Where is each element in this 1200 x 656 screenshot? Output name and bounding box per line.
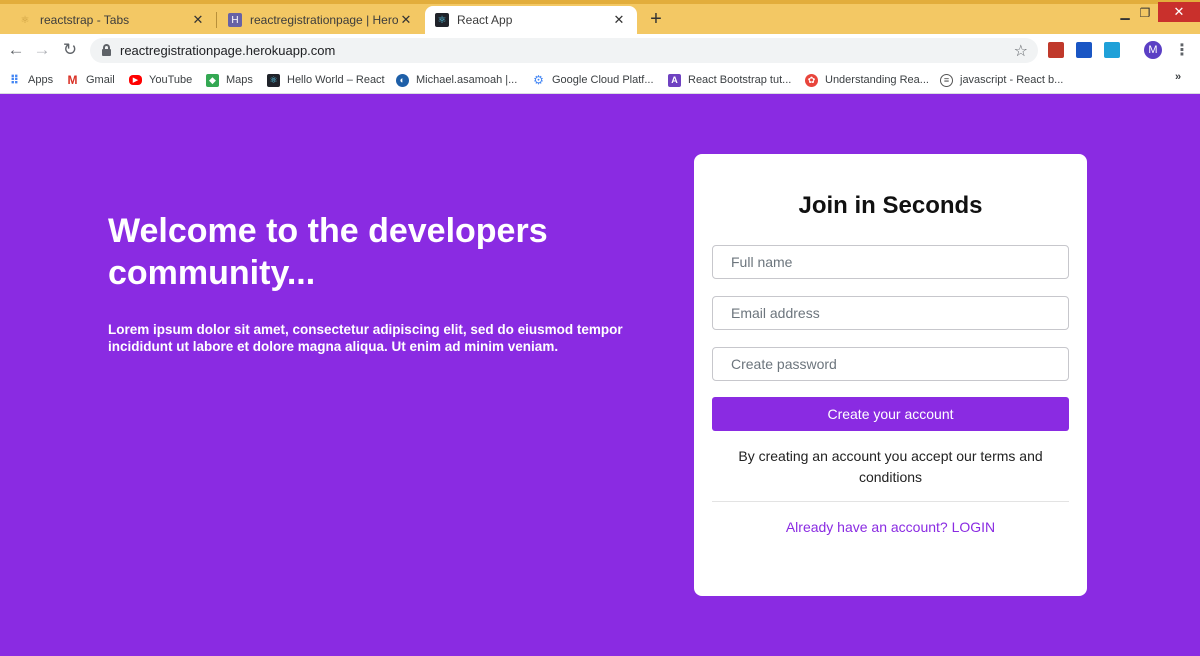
bookmark-javascript-react[interactable]: ≡ javascript - React b... xyxy=(940,72,1063,88)
bookmarks-overflow-icon[interactable]: » xyxy=(1175,71,1181,83)
heroku-favicon-icon: H xyxy=(228,13,242,27)
bookmark-hello-world-react[interactable]: ⚛ Hello World – React xyxy=(267,72,385,88)
extension-translate-icon[interactable] xyxy=(1104,42,1120,58)
url-text: reactregistrationpage.herokuapp.com xyxy=(120,43,336,58)
create-account-button[interactable]: Create your account xyxy=(712,397,1069,431)
stackexchange-icon: ≡ xyxy=(940,73,953,87)
bookmarks-bar: ⠿ Apps M Gmail ▶ YouTube ◆ Maps ⚛ Hello … xyxy=(0,66,1200,94)
profile-avatar[interactable]: M xyxy=(1144,41,1162,59)
gear-icon: ⚙ xyxy=(533,73,544,87)
tab-title: reactstrap - Tabs xyxy=(40,13,130,27)
bookmark-google-cloud[interactable]: ⚙ Google Cloud Platf... xyxy=(532,72,653,88)
forward-arrow-icon[interactable]: → xyxy=(32,40,52,60)
bookmark-understanding-react[interactable]: ✿ Understanding Rea... xyxy=(805,72,929,88)
bookmark-maps[interactable]: ◆ Maps xyxy=(206,72,253,88)
extension-icon[interactable] xyxy=(1048,42,1064,58)
reload-icon[interactable]: ↻ xyxy=(60,40,80,60)
close-icon[interactable]: ✕ xyxy=(611,12,627,28)
tab-strip-accent xyxy=(0,0,1200,4)
form-title: Join in Seconds xyxy=(798,192,983,219)
gmail-icon: M xyxy=(67,73,78,87)
tab-separator xyxy=(216,12,217,28)
login-link[interactable]: Already have an account? LOGIN xyxy=(694,519,1087,535)
window-close-icon[interactable]: ✕ xyxy=(1158,2,1200,22)
form-divider xyxy=(712,501,1069,502)
full-name-input[interactable] xyxy=(712,245,1069,279)
extension-info-icon[interactable] xyxy=(1076,42,1092,58)
react-bootstrap-icon: A xyxy=(668,73,681,87)
youtube-icon: ▶ xyxy=(129,75,142,85)
tab-reactstrap[interactable]: ⚛ reactstrap - Tabs ✕ xyxy=(8,6,216,34)
terms-text: By creating an account you accept our te… xyxy=(738,448,1043,485)
bookmark-react-bootstrap[interactable]: A React Bootstrap tut... xyxy=(668,72,791,88)
tab-react-app[interactable]: ⚛ React App ✕ xyxy=(425,6,637,34)
email-input[interactable] xyxy=(712,296,1069,330)
lock-icon xyxy=(102,44,111,56)
bookmark-gmail[interactable]: M Gmail xyxy=(66,72,115,88)
tab-heroku[interactable]: H reactregistrationpage | Heroku ✕ xyxy=(218,6,424,34)
close-icon[interactable]: ✕ xyxy=(398,12,414,28)
bookmark-michael-asamoah[interactable]: ◐ Michael.asamoah |... xyxy=(396,72,517,88)
bookmark-apps[interactable]: ⠿ Apps xyxy=(8,72,53,88)
wordpress-icon: ◐ xyxy=(396,73,409,87)
react-favicon-icon: ⚛ xyxy=(435,13,449,27)
flower-icon: ✿ xyxy=(805,73,818,87)
password-input[interactable] xyxy=(712,347,1069,381)
apps-grid-icon: ⠿ xyxy=(9,73,20,87)
back-arrow-icon[interactable]: ← xyxy=(6,40,26,60)
maps-icon: ◆ xyxy=(206,73,219,87)
browser-tab-strip: ⚛ reactstrap - Tabs ✕ H reactregistratio… xyxy=(0,0,1200,34)
menu-kebab-icon[interactable]: ⋮ xyxy=(1174,40,1190,60)
hero-description: Lorem ipsum dolor sit amet, consectetur … xyxy=(108,322,623,354)
tab-title: React App xyxy=(457,13,513,27)
bookmark-star-icon[interactable]: ☆ xyxy=(1014,41,1028,61)
bookmark-youtube[interactable]: ▶ YouTube xyxy=(129,72,192,88)
react-favicon-icon: ⚛ xyxy=(20,14,30,26)
minimize-icon[interactable]: ▁ xyxy=(1116,4,1134,22)
address-bar[interactable]: reactregistrationpage.herokuapp.com ☆ xyxy=(90,38,1038,63)
new-tab-plus-icon[interactable]: + xyxy=(646,8,666,30)
hero-title: Welcome to the developers community... xyxy=(108,212,548,292)
restore-icon[interactable]: ❐ xyxy=(1136,4,1154,22)
react-icon: ⚛ xyxy=(267,73,280,87)
close-icon[interactable]: ✕ xyxy=(190,12,206,28)
browser-toolbar: ← → ↻ reactregistrationpage.herokuapp.co… xyxy=(0,34,1200,66)
registration-card: Join in Seconds Create your account By c… xyxy=(694,154,1087,596)
tab-title: reactregistrationpage | Heroku xyxy=(250,13,398,27)
